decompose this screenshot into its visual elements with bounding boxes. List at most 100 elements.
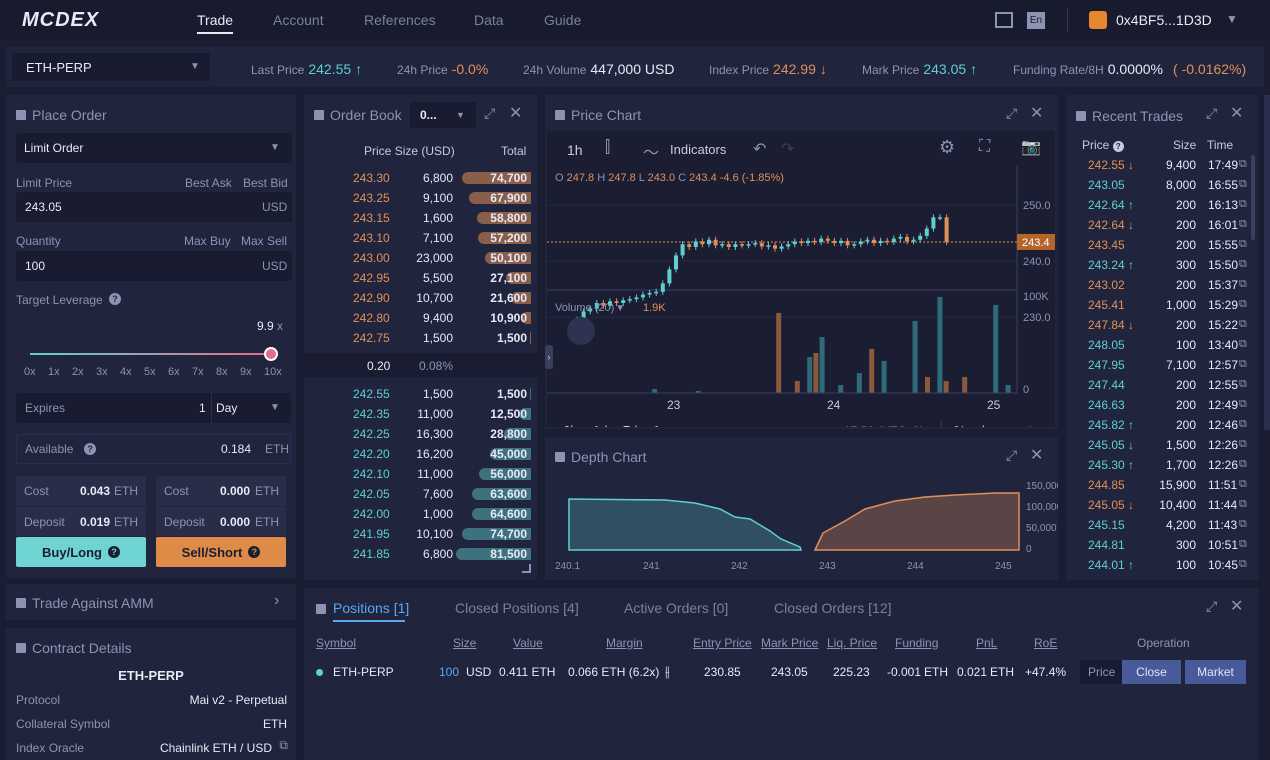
external-link-icon[interactable]: ⧉ — [1239, 518, 1247, 531]
page-scrollbar[interactable] — [1264, 95, 1270, 430]
close-icon[interactable]: ✕ — [1230, 103, 1243, 123]
candlestick-chart[interactable]: 250.0 240.0 230.0 243.4 O 247.8 H 247.8 L 24… — [547, 165, 1055, 427]
max-buy-link[interactable]: Max Buy — [184, 234, 231, 248]
help-icon[interactable]: ? — [109, 293, 121, 305]
expand-icon[interactable]: ⤢ — [484, 105, 495, 122]
leverage-tick[interactable]: 3x — [96, 366, 108, 378]
external-link-icon[interactable]: ⧉ — [1239, 298, 1247, 311]
external-link-icon[interactable]: ⧉ — [1239, 338, 1247, 351]
close-icon[interactable]: ✕ — [509, 103, 522, 123]
external-link-icon[interactable]: ⧉ — [1239, 418, 1247, 431]
leverage-slider-track[interactable] — [30, 353, 270, 355]
adjust-margin-icon[interactable]: ⫲ — [665, 663, 670, 680]
orderbook-row[interactable]: 242.05 7,600 63,600 — [304, 484, 537, 504]
depth-chart[interactable]: 150,000 100,000 50,000 0 240.1 241 242 243 244 24… — [545, 473, 1058, 578]
leverage-slider-handle[interactable] — [264, 347, 278, 361]
external-link-icon[interactable]: ⧉ — [1239, 358, 1247, 371]
external-link-icon[interactable]: ⧉ — [1239, 378, 1247, 391]
external-link-icon[interactable]: ⧉ — [1239, 498, 1247, 511]
nav-references[interactable]: References — [364, 12, 436, 28]
external-link-icon[interactable]: ⧉ — [1239, 558, 1247, 571]
interval-button[interactable]: 1h — [567, 142, 583, 158]
orderbook-row[interactable]: 242.75 1,500 1,500 — [304, 328, 537, 348]
orderbook-row[interactable]: 243.15 1,600 58,800 — [304, 208, 537, 228]
orderbook-row[interactable]: 242.25 16,300 28,800 — [304, 424, 537, 444]
best-ask-link[interactable]: Best Ask — [185, 176, 232, 190]
external-link-icon[interactable]: ⧉ — [1239, 278, 1247, 291]
leverage-tick[interactable]: 8x — [216, 366, 228, 378]
expand-icon[interactable]: ⤢ — [1206, 598, 1217, 615]
language-icon[interactable]: En — [1027, 12, 1045, 29]
collapse-handle-icon[interactable]: › — [545, 345, 553, 369]
expires-field[interactable]: Expires 1 Day ▼ — [16, 393, 291, 423]
expires-unit-select[interactable]: Day — [216, 401, 237, 415]
order-type-select[interactable]: Limit Order ▼ — [16, 133, 292, 163]
settings-gear-icon[interactable]: ⚙ — [939, 137, 955, 158]
external-link-icon[interactable]: ⧉ — [1239, 178, 1247, 191]
layout-icon[interactable] — [995, 12, 1013, 28]
leverage-tick[interactable]: 2x — [72, 366, 84, 378]
external-link-icon[interactable]: ⧉ — [1239, 538, 1247, 551]
orderbook-row[interactable]: 242.80 9,400 10,900 — [304, 308, 537, 328]
camera-icon[interactable]: 📷 — [1021, 137, 1041, 157]
best-bid-link[interactable]: Best Bid — [243, 176, 288, 190]
candles-icon[interactable]: ⫿ — [605, 139, 610, 157]
orderbook-row[interactable]: 242.90 10,700 21,600 — [304, 288, 537, 308]
orderbook-row[interactable]: 243.30 6,800 74,700 — [304, 168, 537, 188]
external-link-icon[interactable]: ⧉ — [1239, 478, 1247, 491]
external-link-icon[interactable]: ⧉ — [1239, 398, 1247, 411]
nav-account[interactable]: Account — [273, 12, 324, 28]
limit-price-input[interactable]: 243.05 USD — [16, 192, 292, 222]
leverage-tick[interactable]: 1x — [48, 366, 60, 378]
max-sell-link[interactable]: Max Sell — [241, 234, 287, 248]
close-price-input[interactable]: Price — [1080, 660, 1122, 684]
orderbook-row[interactable]: 243.25 9,100 67,900 — [304, 188, 537, 208]
leverage-tick[interactable]: 9x — [240, 366, 252, 378]
orderbook-row[interactable]: 242.95 5,500 27,100 — [304, 268, 537, 288]
orderbook-row[interactable]: 242.55 1,500 1,500 — [304, 384, 537, 404]
leverage-tick[interactable]: 0x — [24, 366, 36, 378]
undo-icon[interactable]: ↶ — [753, 139, 766, 159]
leverage-tick[interactable]: 10x — [264, 366, 282, 378]
external-link-icon[interactable]: ⧉ — [1239, 458, 1247, 471]
close-icon[interactable]: ✕ — [1230, 596, 1243, 616]
orderbook-row[interactable]: 241.95 10,100 74,700 — [304, 524, 537, 544]
orderbook-row[interactable]: 242.00 1,000 64,600 — [304, 504, 537, 524]
buy-long-button[interactable]: Buy/Long? — [16, 537, 146, 567]
fullscreen-icon[interactable]: ⛶ — [979, 138, 990, 156]
indicators-button[interactable]: Indicators — [670, 142, 726, 157]
external-link-icon[interactable]: ⧉ — [1239, 158, 1247, 171]
redo-icon[interactable]: ↷ — [781, 139, 794, 159]
tab-positions[interactable]: Positions [1] — [333, 600, 409, 616]
expand-icon[interactable]: ⤢ — [1006, 105, 1017, 122]
market-select[interactable]: ETH-PERP ▼ — [12, 53, 210, 81]
chevron-right-icon[interactable]: › — [274, 592, 279, 610]
aggregation-select[interactable]: 0... ▼ — [410, 102, 476, 128]
leverage-tick[interactable]: 6x — [168, 366, 180, 378]
sell-short-button[interactable]: Sell/Short? — [156, 537, 286, 567]
external-link-icon[interactable]: ⧉ — [1239, 258, 1247, 271]
expand-icon[interactable]: ⤢ — [1206, 105, 1217, 122]
leverage-tick[interactable]: 4x — [120, 366, 132, 378]
orderbook-row[interactable]: 243.10 7,100 57,200 — [304, 228, 537, 248]
tab-closed-orders[interactable]: Closed Orders [12] — [774, 600, 892, 616]
help-icon[interactable]: ? — [84, 443, 96, 455]
external-link-icon[interactable]: ⧉ — [1239, 318, 1247, 331]
market-close-button[interactable]: Market — [1185, 660, 1246, 684]
chevron-down-icon[interactable]: ▼ — [1226, 12, 1238, 26]
leverage-tick[interactable]: 5x — [144, 366, 156, 378]
close-position-button[interactable]: Close — [1122, 660, 1181, 684]
tab-closed-positions[interactable]: Closed Positions [4] — [455, 600, 579, 616]
resize-handle-icon[interactable] — [522, 564, 531, 573]
close-icon[interactable]: ✕ — [1030, 445, 1043, 465]
chevron-down-icon[interactable]: ▼ — [270, 402, 280, 413]
indicators-icon[interactable]: 〜 — [643, 139, 659, 163]
nav-trade[interactable]: Trade — [197, 12, 233, 28]
orderbook-row[interactable]: 243.00 23,000 50,100 — [304, 248, 537, 268]
nav-data[interactable]: Data — [474, 12, 504, 28]
quantity-input[interactable]: 100 USD — [16, 251, 292, 281]
close-icon[interactable]: ✕ — [1030, 103, 1043, 123]
external-link-icon[interactable]: ⧉ — [1239, 238, 1247, 251]
nav-guide[interactable]: Guide — [544, 12, 581, 28]
help-icon[interactable]: ? — [1112, 141, 1124, 152]
